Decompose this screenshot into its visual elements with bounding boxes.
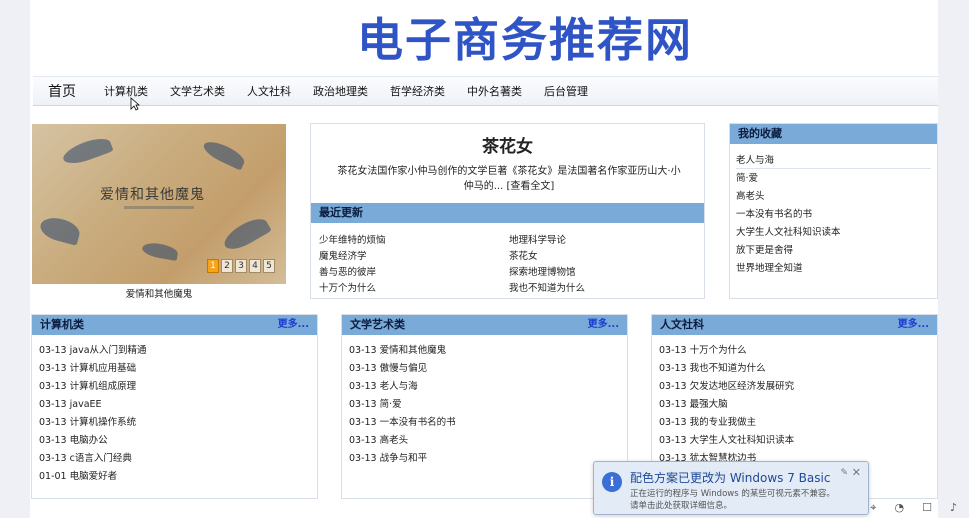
category-item[interactable]: 03-13 计算机应用基础	[39, 360, 317, 378]
tray-trash-icon[interactable]: ☐	[922, 501, 932, 515]
category-item[interactable]: 03-13 我也不知道为什么	[659, 360, 937, 378]
featured-desc-line1: 茶花女法国作家小仲马创作的文学巨著《茶花女》是法国著名作家亚历山大·小	[337, 166, 681, 177]
more-link[interactable]: 更多...	[588, 315, 619, 335]
category-item[interactable]: 03-13 计算机组成原理	[39, 378, 317, 396]
favorite-item[interactable]: 高老头	[736, 188, 931, 206]
favorites-list: 老人与海 简·爱 高老头 一本没有书名的书 大学生人文社科知识读本 放下更是舍得…	[730, 144, 937, 278]
nav-humanities[interactable]: 人文社科	[247, 83, 291, 99]
favorite-item[interactable]: 一本没有书名的书	[736, 206, 931, 224]
nav-computer[interactable]: 计算机类	[104, 83, 148, 99]
more-link[interactable]: 更多...	[898, 315, 929, 335]
notification-body: 正在运行的程序与 Windows 的某些可视元素不兼容。 请单击此处获取详细信息…	[630, 488, 860, 512]
category-header: 人文社科 更多...	[652, 315, 937, 335]
category-item[interactable]: 03-13 高老头	[349, 432, 627, 450]
favorite-item[interactable]: 简·爱	[736, 170, 931, 188]
featured-book: 茶花女 茶花女法国作家小仲马创作的文学巨著《茶花女》是法国著名作家亚历山大·小 …	[310, 123, 705, 299]
pin-icon[interactable]: ✎	[840, 468, 848, 478]
site-banner: 电子商务推荐网	[357, 13, 693, 67]
category-item[interactable]: 03-13 java从入门到精通	[39, 342, 317, 360]
latest-item[interactable]: 探索地理博物馆	[509, 264, 699, 278]
category-item[interactable]: 03-13 老人与海	[349, 378, 627, 396]
latest-item[interactable]: 魔鬼经济学	[319, 248, 509, 262]
category-literature-art: 文学艺术类 更多... 03-13 爱情和其他魔鬼 03-13 傲慢与偏见 03…	[341, 314, 628, 499]
category-list: 03-13 爱情和其他魔鬼 03-13 傲慢与偏见 03-13 老人与海 03-…	[342, 335, 627, 468]
windows-notification[interactable]: i 配色方案已更改为 Windows 7 Basic 正在运行的程序与 Wind…	[593, 461, 869, 515]
cover-bird-decoration	[220, 213, 272, 255]
slide-caption[interactable]: 爱情和其他魔鬼	[32, 286, 286, 300]
notification-body-line1: 正在运行的程序与 Windows 的某些可视元素不兼容。	[630, 489, 835, 499]
featured-desc-line2: 仲马的...	[463, 181, 504, 192]
slide-page-5[interactable]: 5	[263, 259, 275, 273]
category-item[interactable]: 03-13 爱情和其他魔鬼	[349, 342, 627, 360]
favorite-item[interactable]: 老人与海	[736, 152, 931, 169]
cover-subtitle-bar	[124, 206, 194, 209]
nav-classics[interactable]: 中外名著类	[467, 83, 522, 99]
latest-item[interactable]: 善与恶的彼岸	[319, 264, 509, 278]
category-item[interactable]: 03-13 计算机操作系统	[39, 414, 317, 432]
nav-philosophy-economics[interactable]: 哲学经济类	[390, 83, 445, 99]
category-item[interactable]: 03-13 简·爱	[349, 396, 627, 414]
category-header: 计算机类 更多...	[32, 315, 317, 335]
tray-volume-icon[interactable]: ♪	[950, 501, 957, 515]
category-item[interactable]: 01-01 电脑爱好者	[39, 468, 317, 486]
slide-page-3[interactable]: 3	[235, 259, 247, 273]
favorites-panel: 我的收藏 老人与海 简·爱 高老头 一本没有书名的书 大学生人文社科知识读本 放…	[729, 123, 938, 299]
category-title: 文学艺术类	[350, 318, 405, 331]
featured-title: 茶花女	[482, 137, 533, 157]
read-more-link[interactable]: [查看全文]	[506, 181, 554, 192]
cover-bird-decoration	[37, 214, 83, 246]
notification-title: 配色方案已更改为 Windows 7 Basic	[630, 471, 831, 485]
nav-politics-geography[interactable]: 政治地理类	[313, 83, 368, 99]
nav-home[interactable]: 首页	[48, 81, 76, 101]
nav-admin[interactable]: 后台管理	[544, 83, 588, 99]
category-header: 文学艺术类 更多...	[342, 315, 627, 335]
category-item[interactable]: 03-13 傲慢与偏见	[349, 360, 627, 378]
info-icon: i	[602, 472, 622, 492]
favorites-header: 我的收藏	[730, 124, 937, 144]
close-icon[interactable]: ✕	[852, 466, 861, 479]
category-item[interactable]: 03-13 javaEE	[39, 396, 317, 414]
category-item[interactable]: 03-13 我的专业我做主	[659, 414, 937, 432]
category-item[interactable]: 03-13 大学生人文社科知识读本	[659, 432, 937, 450]
category-item[interactable]: 03-13 电脑办公	[39, 432, 317, 450]
favorite-item[interactable]: 大学生人文社科知识读本	[736, 224, 931, 242]
latest-item[interactable]: 茶花女	[509, 248, 699, 262]
category-list: 03-13 java从入门到精通 03-13 计算机应用基础 03-13 计算机…	[32, 335, 317, 486]
favorite-item[interactable]: 放下更是舍得	[736, 242, 931, 260]
featured-description: 茶花女法国作家小仲马创作的文学巨著《茶花女》是法国著名作家亚历山大·小 仲马的.…	[319, 164, 699, 194]
category-item[interactable]: 03-13 c语言入门经典	[39, 450, 317, 468]
category-title: 人文社科	[660, 318, 704, 331]
latest-list: 少年维特的烦恼 地理科学导论 魔鬼经济学 茶花女 善与恶的彼岸 探索地理博物馆 …	[319, 232, 699, 294]
cover-bird-decoration	[60, 133, 114, 169]
notification-body-line2: 请单击此处获取详细信息。	[630, 501, 733, 511]
cover-bird-decoration	[141, 240, 179, 262]
cover-title: 爱情和其他魔鬼	[100, 187, 205, 203]
slide-page-1[interactable]: 1	[207, 259, 219, 273]
cover-bird-decoration	[200, 137, 248, 171]
category-item[interactable]: 03-13 欠发达地区经济发展研究	[659, 378, 937, 396]
latest-header: 最近更新	[311, 203, 704, 223]
latest-item[interactable]: 我也不知道为什么	[509, 280, 699, 294]
category-item[interactable]: 03-13 十万个为什么	[659, 342, 937, 360]
favorite-item[interactable]: 世界地理全知道	[736, 260, 931, 278]
category-item[interactable]: 03-13 战争与和平	[349, 450, 627, 468]
latest-item[interactable]: 少年维特的烦恼	[319, 232, 509, 246]
more-link[interactable]: 更多...	[278, 315, 309, 335]
category-title: 计算机类	[40, 318, 84, 331]
slide-page-4[interactable]: 4	[249, 259, 261, 273]
nav-literature-art[interactable]: 文学艺术类	[170, 83, 225, 99]
category-item[interactable]: 03-13 一本没有书名的书	[349, 414, 627, 432]
slide-page-2[interactable]: 2	[221, 259, 233, 273]
main-nav: 首页 计算机类 文学艺术类 人文社科 政治地理类 哲学经济类 中外名著类 后台管…	[33, 76, 938, 106]
latest-item[interactable]: 十万个为什么	[319, 280, 509, 294]
category-item[interactable]: 03-13 最强大脑	[659, 396, 937, 414]
mouse-cursor-icon	[130, 97, 140, 111]
tray-pin-icon[interactable]: ⌖	[870, 501, 876, 515]
tray-network-icon[interactable]: ◔	[894, 501, 904, 515]
slide-pager: 1 2 3 4 5	[207, 259, 275, 273]
latest-item[interactable]: 地理科学导论	[509, 232, 699, 246]
category-computer: 计算机类 更多... 03-13 java从入门到精通 03-13 计算机应用基…	[31, 314, 318, 499]
system-tray: ⌖ ◔ ☐ ♪	[870, 501, 957, 515]
